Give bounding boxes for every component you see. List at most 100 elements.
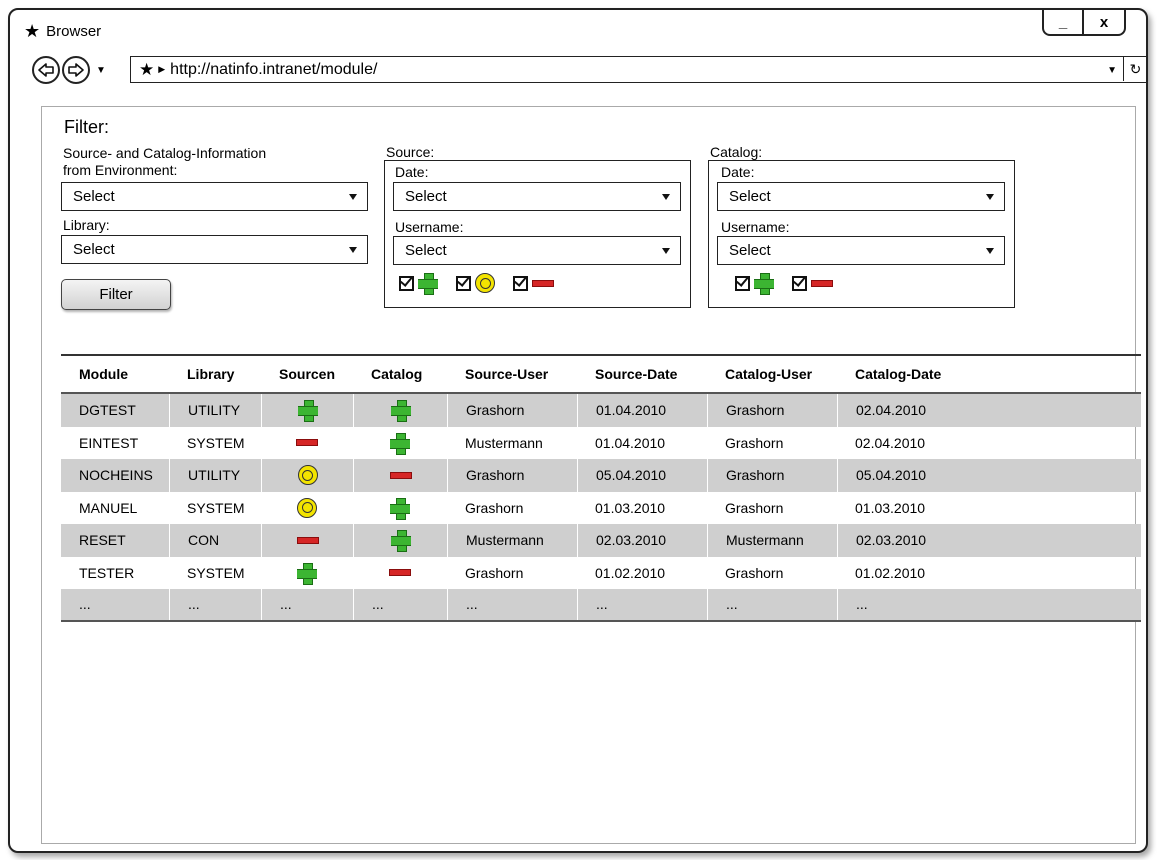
source-status-checkboxes [399,273,554,295]
catalog-username-select-value: Select [729,242,771,259]
ring-icon [297,497,317,518]
catalog-user-cell: Grashorn [725,434,784,451]
close-button[interactable]: x [1084,10,1126,36]
column-header[interactable]: Source-User [447,356,577,392]
source-date-cell: 05.04.2010 [577,459,707,492]
catalog-status-checkboxes [735,273,833,295]
bookmark-star-icon[interactable]: ★ [139,60,154,80]
refresh-icon[interactable]: ↻ [1123,57,1147,81]
caret-down-icon [986,248,994,254]
filter-title: Filter: [64,117,109,137]
catalog-minus-checkbox[interactable] [792,275,807,291]
source-minus-checkbox[interactable] [513,275,528,291]
source-group: Date: Select Username: Select [384,160,691,308]
source-status-cell [261,524,353,557]
source-status-cell [261,557,353,590]
source-username-label: Username: [395,219,464,235]
source-date-cell: 01.03.2010 [595,499,666,516]
source-user-cell: Grashorn [465,499,524,516]
caret-down-icon [349,247,357,253]
catalog-date-cell: 05.04.2010 [837,459,1141,492]
catalog-date-cell: 02.04.2010 [837,394,1141,427]
catalog-user-cell: Grashorn [707,459,837,492]
minus-icon [389,569,411,577]
minus-icon [296,439,318,447]
chevron-right-icon: ▶ [158,64,166,74]
catalog-group: Date: Select Username: Select [708,160,1015,308]
catalog-plus-checkbox[interactable] [735,275,750,291]
title-bar: ★ Browser [24,20,101,42]
module-table: Module Library Sourcen Catalog Source-Us… [61,354,1141,622]
column-header[interactable]: Source-Date [577,356,707,392]
ellipsis-cell: ... [707,589,837,620]
minimize-button[interactable]: _ [1042,10,1084,36]
catalog-status-cell [353,524,447,557]
caret-down-icon [986,194,994,200]
table-row-ellipsis[interactable]: ... ... ... ... ... ... ... ... [61,589,1141,622]
history-dropdown-icon[interactable]: ▼ [96,65,106,76]
column-header[interactable]: Sourcen [261,356,353,392]
window-controls: _ x [1042,10,1126,36]
library-cell: CON [169,524,261,557]
module-cell: DGTEST [79,402,136,419]
url-dropdown-icon[interactable]: ▼ [1107,65,1117,76]
library-select[interactable]: Select [61,235,368,264]
source-username-select-value: Select [405,242,447,259]
source-status-cell [261,459,353,492]
catalog-date-select[interactable]: Select [717,182,1005,211]
env-select[interactable]: Select [61,182,368,211]
plus-icon [297,562,317,585]
source-date-select-value: Select [405,188,447,205]
source-username-select[interactable]: Select [393,236,681,265]
catalog-date-cell: 01.03.2010 [855,499,926,516]
column-header[interactable]: Library [169,356,261,392]
source-ring-checkbox[interactable] [456,275,471,291]
module-cell: RESET [79,532,126,549]
env-label-line2: from Environment: [63,162,178,178]
source-date-label: Date: [395,164,429,180]
source-title: Source: [386,144,435,160]
url-text[interactable]: http://natinfo.intranet/module/ [170,61,377,79]
address-bar[interactable]: ★ ▶ http://natinfo.intranet/module/ ▼ ↻ [130,56,1148,83]
column-header[interactable]: Catalog-Date [837,356,1141,392]
table-row[interactable]: TESTER SYSTEM Grashorn 01.02.2010 Grasho… [61,557,1141,590]
table-row[interactable]: MANUEL SYSTEM Grashorn 01.03.2010 Grasho… [61,492,1141,525]
ring-icon [475,273,495,293]
source-date-select[interactable]: Select [393,182,681,211]
forward-button[interactable] [62,56,90,84]
catalog-user-cell: Grashorn [725,564,784,581]
plus-icon [390,497,410,520]
library-cell: UTILITY [169,459,261,492]
column-header[interactable]: Module [61,356,169,392]
caret-down-icon [349,194,357,200]
window-title: Browser [46,22,102,40]
plus-icon [390,432,410,455]
column-header[interactable]: Catalog-User [707,356,837,392]
plus-icon [418,273,438,295]
library-cell: UTILITY [169,394,261,427]
caret-down-icon [662,248,670,254]
source-user-cell: Grashorn [447,459,577,492]
catalog-status-cell [353,427,447,460]
catalog-date-select-value: Select [729,188,771,205]
library-cell: SYSTEM [187,499,245,516]
plus-icon [297,400,318,423]
filter-button[interactable]: Filter [61,279,171,310]
source-plus-checkbox[interactable] [399,275,414,291]
plus-icon [754,273,774,295]
page-content: Filter: Source- and Catalog-Information … [41,106,1141,844]
source-user-cell: Grashorn [465,564,524,581]
table-row[interactable]: RESET CON Mustermann 02.03.2010 Musterma… [61,524,1141,557]
catalog-username-select[interactable]: Select [717,236,1005,265]
ellipsis-cell: ... [79,596,91,613]
ellipsis-cell: ... [353,589,447,620]
back-button[interactable] [32,56,60,84]
column-header[interactable]: Catalog [353,356,447,392]
table-row[interactable]: EINTEST SYSTEM Mustermann 01.04.2010 Gra… [61,427,1141,460]
table-row[interactable]: DGTEST UTILITY Grashorn 01.04.2010 Grash… [61,394,1141,427]
source-status-cell [261,492,353,525]
module-cell: EINTEST [79,434,139,451]
library-label: Library: [63,217,110,233]
table-row[interactable]: NOCHEINS UTILITY Grashorn 05.04.2010 Gra… [61,459,1141,492]
ellipsis-cell: ... [577,589,707,620]
